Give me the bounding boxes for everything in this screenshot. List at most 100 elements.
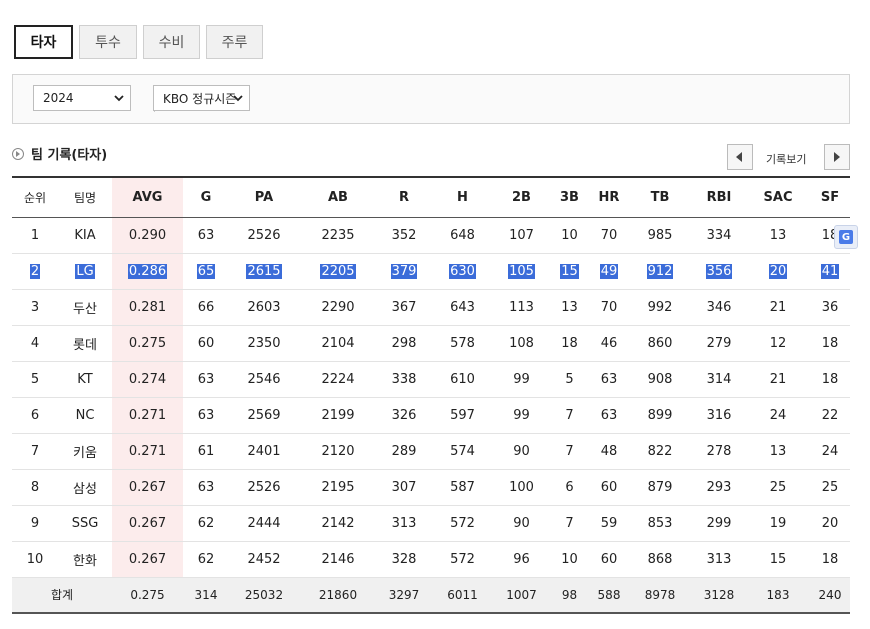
table-cell: 90 bbox=[494, 505, 549, 542]
table-row: 1 KIA 0.290 63 2526 2235 352 648 107 10 70 985 334 13… bbox=[12, 217, 850, 254]
table-cell: 6 bbox=[549, 469, 590, 506]
table-cell: 2526 bbox=[229, 469, 299, 506]
column-header-hr[interactable]: HR bbox=[590, 177, 628, 217]
table-cell: 2 bbox=[12, 253, 58, 290]
prev-page-button[interactable] bbox=[727, 144, 753, 170]
table-cell: 48 bbox=[590, 433, 628, 470]
column-header-2b[interactable]: 2B bbox=[494, 177, 549, 217]
table-cell: 63 bbox=[183, 469, 229, 506]
table-cell: 99 bbox=[494, 361, 549, 398]
table-cell: 0.267 bbox=[112, 505, 183, 542]
table-cell: 19 bbox=[746, 505, 810, 542]
table-cell: 10 bbox=[549, 217, 590, 254]
table-cell: 587 bbox=[431, 469, 494, 506]
table-cell: 7 bbox=[549, 505, 590, 542]
total-cell: 1007 bbox=[494, 576, 549, 614]
table-cell: 20 bbox=[810, 505, 850, 542]
column-header-g[interactable]: G bbox=[183, 177, 229, 217]
table-cell: 630 bbox=[431, 253, 494, 290]
table-cell: 2224 bbox=[299, 361, 377, 398]
table-cell: 18 bbox=[810, 325, 850, 362]
table-row: 2 LG 0.286 65 2615 2205 379 630 105 15 49 912 356 20 4… bbox=[12, 253, 850, 290]
table-cell: 299 bbox=[692, 505, 746, 542]
column-header-h[interactable]: H bbox=[431, 177, 494, 217]
total-cell: 6011 bbox=[431, 576, 494, 614]
table-cell: 313 bbox=[692, 541, 746, 578]
circle-arrow-icon bbox=[12, 147, 24, 160]
table-cell: 2603 bbox=[229, 289, 299, 326]
table-cell: 105 bbox=[494, 253, 549, 290]
table-cell: 49 bbox=[590, 253, 628, 290]
table-row: 8 삼성 0.267 63 2526 2195 307 587 100 6 60 879 293 25 25 bbox=[12, 469, 850, 506]
total-cell: 0.275 bbox=[112, 576, 183, 614]
table-cell: 279 bbox=[692, 325, 746, 362]
column-header-sf[interactable]: SF bbox=[810, 177, 850, 217]
table-cell: 2120 bbox=[299, 433, 377, 470]
table-cell: 25 bbox=[810, 469, 850, 506]
table-cell: 24 bbox=[810, 433, 850, 470]
table-row: 3 두산 0.281 66 2603 2290 367 643 113 13 70 992 346 21 3… bbox=[12, 289, 850, 326]
next-page-button[interactable] bbox=[824, 144, 850, 170]
team-name-cell: 삼성 bbox=[58, 469, 112, 506]
chevron-left-icon bbox=[736, 152, 742, 162]
table-cell: 3 bbox=[12, 289, 58, 326]
year-select[interactable]: 2024 bbox=[33, 85, 131, 111]
table-cell: 0.267 bbox=[112, 541, 183, 578]
table-cell: 107 bbox=[494, 217, 549, 254]
column-header-pa[interactable]: PA bbox=[229, 177, 299, 217]
column-header-sac[interactable]: SAC bbox=[746, 177, 810, 217]
table-cell: 18 bbox=[810, 361, 850, 398]
table-cell: 9 bbox=[12, 505, 58, 542]
season-select-value: KBO 정규시즌 bbox=[163, 91, 237, 106]
total-cell: 183 bbox=[746, 576, 810, 614]
table-cell: 59 bbox=[590, 505, 628, 542]
table-cell: 61 bbox=[183, 433, 229, 470]
column-header-rbi[interactable]: RBI bbox=[692, 177, 746, 217]
table-cell: 62 bbox=[183, 541, 229, 578]
table-cell: 22 bbox=[810, 397, 850, 434]
table-header-row: 순위 팀명 AVG G PA AB R H 2B 3B HR TB RBI SAC SF bbox=[12, 177, 850, 217]
total-cell: 314 bbox=[183, 576, 229, 614]
table-cell: 2146 bbox=[299, 541, 377, 578]
table-cell: 5 bbox=[549, 361, 590, 398]
column-header-tb[interactable]: TB bbox=[628, 177, 692, 217]
google-translate-icon[interactable]: G bbox=[834, 225, 858, 249]
tab-batting[interactable]: 타자 bbox=[14, 25, 73, 59]
table-cell: 21 bbox=[746, 361, 810, 398]
team-batting-table: 순위 팀명 AVG G PA AB R H 2B 3B HR TB RBI SAC SF 1 KIA 0.290… bbox=[12, 176, 850, 614]
tab-baserunning[interactable]: 주루 bbox=[206, 25, 263, 59]
table-cell: 36 bbox=[810, 289, 850, 326]
table-cell: 20 bbox=[746, 253, 810, 290]
table-cell: 12 bbox=[746, 325, 810, 362]
table-cell: 328 bbox=[377, 541, 431, 578]
table-cell: 0.271 bbox=[112, 433, 183, 470]
table-cell: 298 bbox=[377, 325, 431, 362]
column-header-ab[interactable]: AB bbox=[299, 177, 377, 217]
column-header-순위: 순위 bbox=[23, 190, 47, 205]
column-header-r[interactable]: R bbox=[377, 177, 431, 217]
table-cell: 314 bbox=[692, 361, 746, 398]
table-cell: 65 bbox=[183, 253, 229, 290]
table-cell: 326 bbox=[377, 397, 431, 434]
season-select[interactable]: KBO 정규시즌 bbox=[153, 85, 250, 111]
tab-fielding[interactable]: 수비 bbox=[143, 25, 200, 59]
table-cell: 868 bbox=[628, 541, 692, 578]
table-cell: 13 bbox=[549, 289, 590, 326]
table-cell: 822 bbox=[628, 433, 692, 470]
column-header-3b[interactable]: 3B bbox=[549, 177, 590, 217]
table-cell: 610 bbox=[431, 361, 494, 398]
team-name-cell: KIA bbox=[58, 217, 112, 254]
team-name-cell: 한화 bbox=[58, 541, 112, 578]
table-cell: 60 bbox=[590, 469, 628, 506]
table-cell: 307 bbox=[377, 469, 431, 506]
table-cell: 15 bbox=[746, 541, 810, 578]
table-cell: 0.281 bbox=[112, 289, 183, 326]
section-header: 팀 기록(타자) bbox=[12, 144, 107, 163]
table-cell: 21 bbox=[746, 289, 810, 326]
table-cell: 60 bbox=[590, 541, 628, 578]
tab-pitching[interactable]: 투수 bbox=[79, 25, 137, 59]
table-cell: 63 bbox=[183, 361, 229, 398]
total-cell: 98 bbox=[549, 576, 590, 614]
table-cell: 0.271 bbox=[112, 397, 183, 434]
column-header-avg[interactable]: AVG bbox=[112, 177, 183, 217]
